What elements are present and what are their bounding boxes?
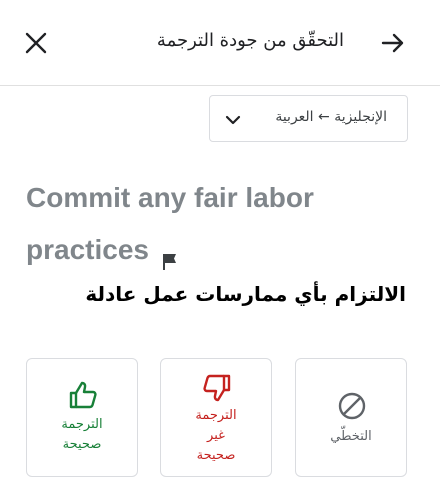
correct-translation-label: الترجمة صحيحة — [61, 417, 103, 452]
translation-text: الالتزام بأي ممارسات عمل عادلة — [85, 282, 406, 306]
app-header: التحقّق من جودة الترجمة — [0, 0, 440, 86]
skip-button[interactable]: التخطّي — [295, 358, 407, 477]
skip-label: التخطّي — [330, 429, 372, 444]
flag-icon — [162, 253, 176, 270]
close-button[interactable] — [22, 29, 50, 57]
back-button[interactable] — [378, 28, 408, 58]
source-phrase: Commit any fair labor practices — [26, 172, 406, 276]
page-title: التحقّق من جودة الترجمة — [156, 30, 344, 51]
language-pair-label: الإنجليزية ← العربية — [275, 109, 387, 125]
correct-translation-button[interactable]: الترجمة صحيحة — [26, 358, 138, 477]
report-flag-button[interactable] — [159, 238, 181, 270]
language-pair-dropdown[interactable]: الإنجليزية ← العربية — [209, 95, 408, 142]
chevron-down-icon — [225, 115, 241, 125]
incorrect-translation-button[interactable]: الترجمة غير صحيحة — [160, 358, 272, 477]
thumbs-down-icon — [203, 374, 231, 402]
skip-icon — [338, 392, 366, 420]
incorrect-translation-label: الترجمة غير صحيحة — [195, 408, 237, 463]
thumbs-up-icon — [69, 381, 97, 409]
close-icon — [25, 32, 47, 54]
arrow-forward-icon — [381, 33, 404, 53]
